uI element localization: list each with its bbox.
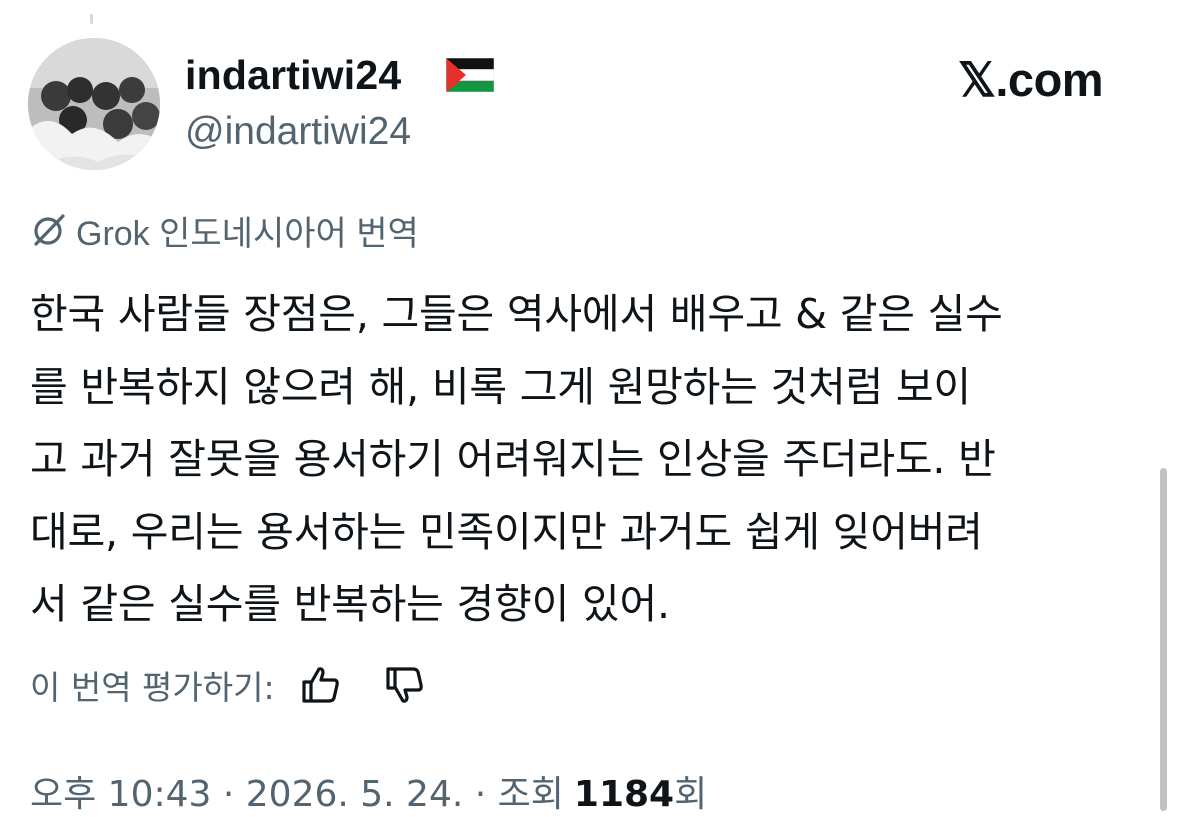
avatar[interactable] — [28, 38, 160, 170]
views-suffix: 회 — [674, 774, 708, 815]
translation-rating: 이 번역 평가하기: — [30, 660, 427, 710]
tweet-text: 한국 사람들 장점은, 그들은 역사에서 배우고 & 같은 실수 를 반복하지 … — [30, 278, 1140, 641]
author-display-name[interactable]: indartiwi24 — [185, 52, 401, 99]
thumbs-down-button[interactable] — [383, 663, 427, 707]
status-bar-indicator — [90, 14, 93, 24]
scrollbar[interactable] — [1160, 468, 1167, 811]
tweet-meta: 오후 10:43 · 2026. 5. 24. · 조회 1184 회 — [30, 765, 707, 815]
grok-icon — [34, 214, 65, 246]
author-handle[interactable]: @indartiwi24 — [185, 110, 411, 154]
thumbs-up-icon — [302, 667, 339, 703]
tweet-line: 를 반복하지 않으려 해, 비록 그게 원망하는 것처럼 보이 — [30, 362, 971, 411]
tweet-timestamp[interactable]: 오후 10:43 · 2026. 5. 24. · 조회 — [30, 765, 564, 817]
translation-attribution: Grok 인도네시아어 번역 — [30, 208, 419, 253]
thumbs-up-button[interactable] — [299, 663, 343, 707]
views-count: 1184 — [573, 774, 675, 815]
avatar-photo — [28, 38, 160, 170]
tweet-line: 한국 사람들 장점은, 그들은 역사에서 배우고 & 같은 실수 — [30, 290, 1003, 338]
tweet-line: 고 과거 잘못을 용서하기 어려워지는 인상을 주더라도. 반 — [30, 435, 996, 483]
tweet-line: 서 같은 실수를 반복하는 경향이 있어. — [30, 580, 670, 628]
translation-label: Grok 인도네시아어 번역 — [76, 214, 419, 253]
rating-label: 이 번역 평가하기: — [30, 668, 275, 707]
thumbs-down-icon — [386, 667, 423, 703]
x-brand-logo: 𝕏.com — [958, 53, 1104, 106]
tweet-line: 대로, 우리는 용서하는 민족이지만 과거도 쉽게 잊어버려 — [30, 507, 983, 556]
palestine-flag-icon — [446, 58, 494, 92]
